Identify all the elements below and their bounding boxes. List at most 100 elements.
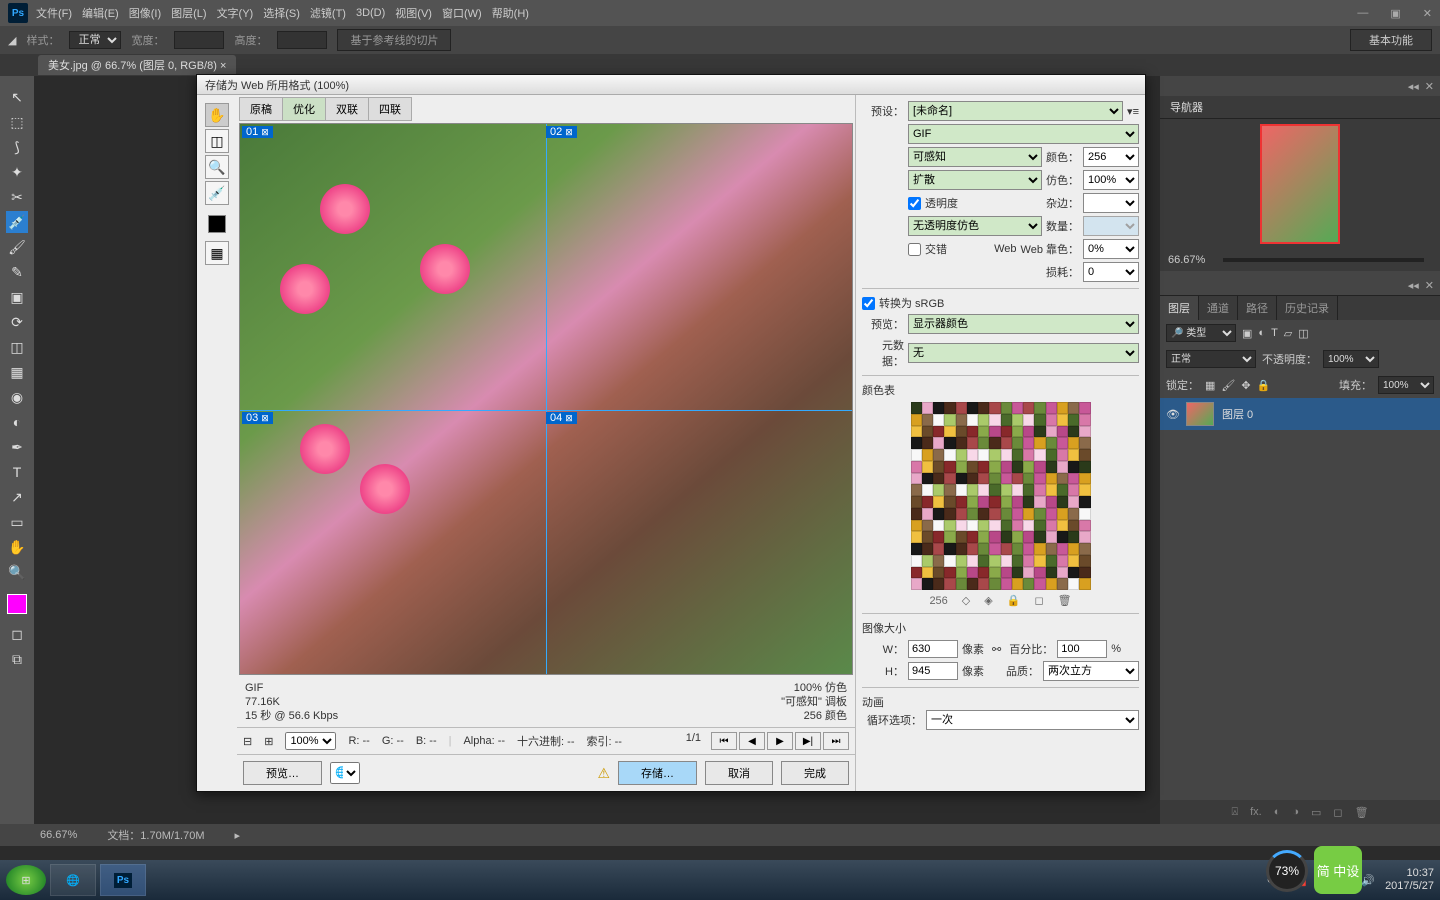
trans-dither-select[interactable]: 无透明度仿色 <box>908 216 1042 236</box>
slice-04[interactable]: 04 ⊠ <box>546 412 577 424</box>
crop-tool[interactable]: ✂ <box>6 186 28 208</box>
wand-tool[interactable]: ✦ <box>6 161 28 183</box>
brush-tool[interactable]: 🖌 <box>6 236 28 258</box>
tab-original[interactable]: 原稿 <box>239 97 283 121</box>
dodge-tool[interactable]: ◐ <box>6 411 28 433</box>
slice-tool-icon[interactable]: ◢ <box>8 34 16 47</box>
type-tool[interactable]: T <box>6 461 28 483</box>
stamp-tool[interactable]: ▣ <box>6 286 28 308</box>
filter-img-icon[interactable]: ▣ <box>1242 327 1252 340</box>
transparency-check[interactable] <box>908 197 921 210</box>
eraser-tool[interactable]: ◫ <box>6 336 28 358</box>
menu-view[interactable]: 视图(V) <box>395 5 432 21</box>
link-wh-icon[interactable]: ⚯ <box>992 643 1001 656</box>
menu-filter[interactable]: 滤镜(T) <box>310 5 346 21</box>
move-tool[interactable]: ↖ <box>6 86 28 108</box>
zoom-icon[interactable]: 🔍 <box>205 155 229 179</box>
link-icon[interactable]: ⍓ <box>1231 806 1238 819</box>
menu-select[interactable]: 选择(S) <box>263 5 300 21</box>
slice-01[interactable]: 01 ⊠ <box>242 126 273 138</box>
slices-from-guides-button[interactable]: 基于参考线的切片 <box>337 29 451 51</box>
eyedropper-icon[interactable]: 💉 <box>205 181 229 205</box>
preview-button[interactable]: 预览… <box>243 761 322 785</box>
lossy-select[interactable]: 0 <box>1083 262 1139 282</box>
meta-select[interactable]: 无 <box>908 343 1139 363</box>
tab-history[interactable]: 历史记录 <box>1277 296 1338 320</box>
mask-icon[interactable]: ◐ <box>1274 806 1281 818</box>
taskbar-ps[interactable]: Ps <box>100 864 146 896</box>
play-button[interactable]: ▶ <box>767 732 793 750</box>
folder-icon[interactable]: ▭ <box>1311 806 1321 819</box>
tab-2up[interactable]: 双联 <box>325 97 369 121</box>
height-field[interactable] <box>908 662 958 680</box>
adjust-icon[interactable]: ◑ <box>1292 806 1299 818</box>
ct-lock-icon[interactable]: 🔒 <box>1007 594 1021 607</box>
done-button[interactable]: 完成 <box>781 761 849 785</box>
trash-icon[interactable]: 🗑 <box>1355 806 1369 819</box>
lasso-tool[interactable]: ⟆ <box>6 136 28 158</box>
tab-optimized[interactable]: 优化 <box>282 97 326 121</box>
websnap-select[interactable]: 0% <box>1083 239 1139 259</box>
toggle-slices-icon[interactable]: ▦ <box>205 241 229 265</box>
next-frame-button[interactable]: ▶| <box>795 732 821 750</box>
save-button[interactable]: 存储… <box>618 761 697 785</box>
progress-badge[interactable]: 73% <box>1266 850 1308 892</box>
ct-del-icon[interactable]: 🗑 <box>1058 594 1072 607</box>
height-input[interactable] <box>277 31 327 49</box>
ct-map-icon[interactable]: ◈ <box>984 594 992 607</box>
zoom-in-icon[interactable]: ⊞ <box>264 735 273 748</box>
eyedropper-tool[interactable]: 💉 <box>6 211 28 233</box>
blend-select[interactable]: 正常 <box>1166 350 1256 368</box>
tab-4up[interactable]: 四联 <box>368 97 412 121</box>
prev-frame-button[interactable]: ◀ <box>739 732 765 750</box>
menu-3d[interactable]: 3D(D) <box>356 7 385 19</box>
ct-snap-icon[interactable]: ◇ <box>962 594 970 607</box>
shape-tool[interactable]: ▭ <box>6 511 28 533</box>
loop-select[interactable]: 一次 <box>926 710 1139 730</box>
tab-paths[interactable]: 路径 <box>1238 296 1277 320</box>
hand-tool[interactable]: ✋ <box>6 536 28 558</box>
hand-tool-icon[interactable]: ✋ <box>205 103 229 127</box>
foreground-swatch[interactable] <box>208 215 226 233</box>
status-zoom[interactable]: 66.67% <box>40 829 77 841</box>
pen-tool[interactable]: ✒ <box>6 436 28 458</box>
filter-shape-icon[interactable]: ▱ <box>1284 327 1292 340</box>
fill-select[interactable]: 100% <box>1378 376 1434 394</box>
menu-file[interactable]: 文件(F) <box>36 5 72 21</box>
tab-layers[interactable]: 图层 <box>1160 296 1199 320</box>
panel-close-icon[interactable]: ✕ <box>1425 80 1434 93</box>
blur-tool[interactable]: ◉ <box>6 386 28 408</box>
colors-select[interactable]: 256 <box>1083 147 1139 167</box>
matte-select[interactable] <box>1083 193 1139 213</box>
screenmode-icon[interactable]: ⧉ <box>6 648 28 670</box>
newlayer-icon[interactable]: ◻ <box>1333 806 1342 819</box>
layer-row[interactable]: 👁 图层 0 <box>1160 398 1440 430</box>
taskbar-browser[interactable]: 🌐 <box>50 864 96 896</box>
preset-menu-icon[interactable]: ▾≡ <box>1127 105 1139 118</box>
menu-type[interactable]: 文字(Y) <box>217 5 254 21</box>
style-select[interactable]: 正常 <box>69 31 121 49</box>
cancel-button[interactable]: 取消 <box>705 761 773 785</box>
panel-collapse-icon[interactable]: ◂◂ <box>1408 80 1419 93</box>
lock-brush-icon[interactable]: 🖌 <box>1221 379 1235 392</box>
lock-pos-icon[interactable]: ✥ <box>1241 379 1250 392</box>
minimize-icon[interactable]: — <box>1357 7 1368 20</box>
history-brush-tool[interactable]: ⟳ <box>6 311 28 333</box>
navigator-thumb[interactable] <box>1160 119 1440 249</box>
last-frame-button[interactable]: ⏭ <box>823 732 849 750</box>
doc-tab[interactable]: 美女.jpg @ 66.7% (图层 0, RGB/8) × <box>38 55 236 75</box>
gradient-tool[interactable]: ▦ <box>6 361 28 383</box>
menu-edit[interactable]: 编辑(E) <box>82 5 119 21</box>
lock-all-icon[interactable]: 🔒 <box>1257 379 1271 392</box>
dither-select[interactable]: 100% <box>1083 170 1139 190</box>
panel2-collapse-icon[interactable]: ◂◂ <box>1408 279 1419 292</box>
browser-select[interactable]: 🌐 <box>330 762 360 784</box>
preview-profile-select[interactable]: 显示器颜色 <box>908 314 1139 334</box>
first-frame-button[interactable]: ⏮ <box>711 732 737 750</box>
menu-image[interactable]: 图像(I) <box>129 5 161 21</box>
palette-algo-select[interactable]: 可感知 <box>908 147 1042 167</box>
zoom-tool[interactable]: 🔍 <box>6 561 28 583</box>
percent-field[interactable] <box>1057 640 1107 658</box>
dither-algo-select[interactable]: 扩散 <box>908 170 1042 190</box>
layer-kind-select[interactable]: 🔎 类型 <box>1166 324 1236 342</box>
